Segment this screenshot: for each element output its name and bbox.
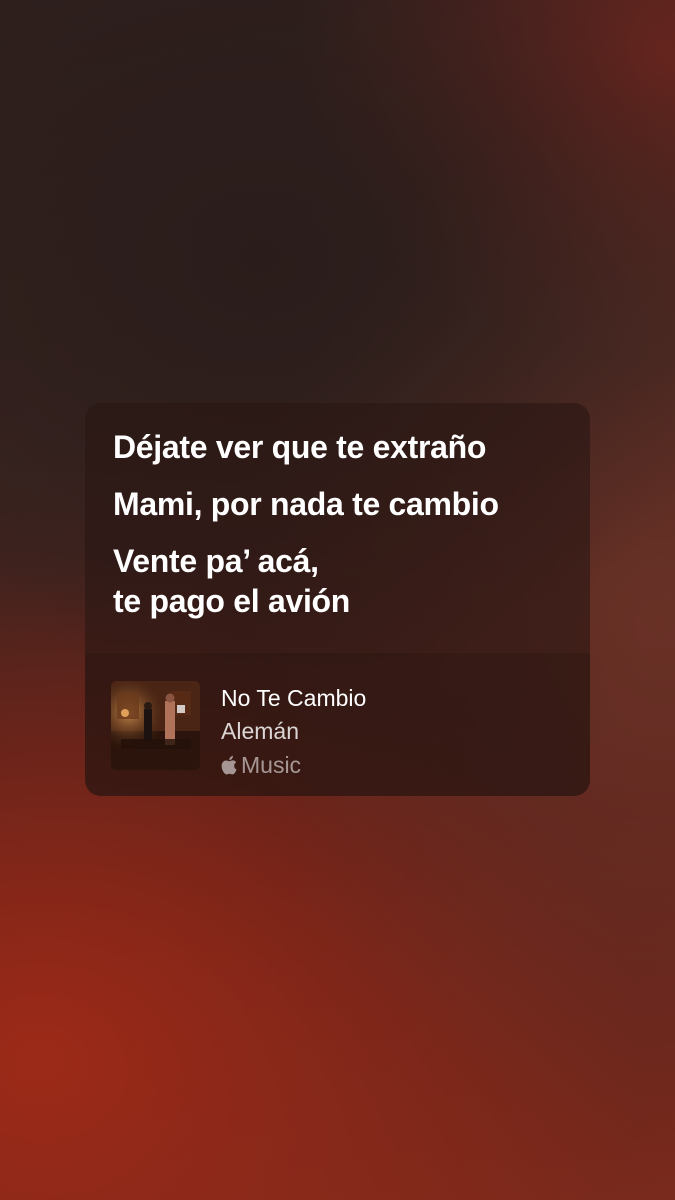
lyric-line: Déjate ver que te extraño: [113, 429, 487, 465]
track-text: No Te Cambio Alemán Music: [221, 683, 366, 780]
lyric-line: Vente pa’ acá, te pago el avión: [113, 543, 351, 619]
apple-logo-icon: [221, 755, 237, 775]
album-art-image: [111, 681, 200, 770]
apple-music-badge[interactable]: Music: [221, 750, 366, 780]
track-info-section[interactable]: No Te Cambio Alemán Music: [85, 653, 590, 796]
lyric-line: Mami, por nada te cambio: [113, 486, 499, 522]
lyrics-card[interactable]: Déjate ver que te extraño Mami, por nada…: [85, 403, 590, 796]
track-artist: Alemán: [221, 718, 299, 744]
service-label: Music: [241, 752, 302, 778]
lyrics-block: Déjate ver que te extraño Mami, por nada…: [113, 427, 570, 638]
track-title: No Te Cambio: [221, 685, 367, 711]
lyrics-share-screen: { "lyrics": [ "Déjate ver que te extraño…: [0, 0, 675, 1200]
album-art: [111, 681, 200, 770]
